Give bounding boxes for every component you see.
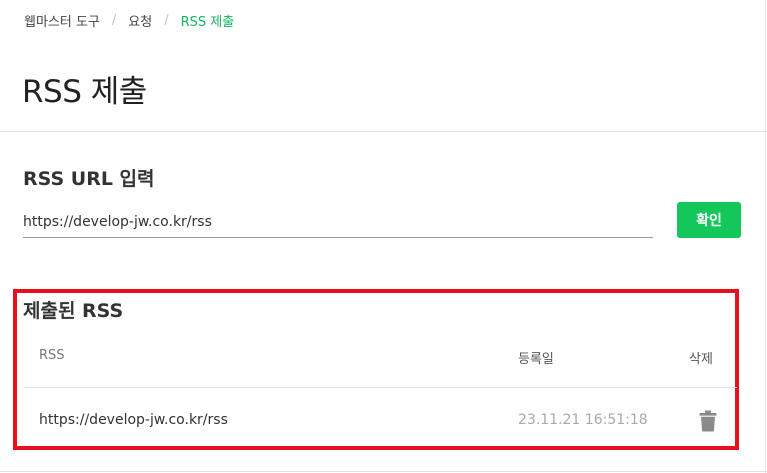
- rss-url-cell: https://develop-jw.co.kr/rss: [39, 412, 228, 428]
- submitted-rss-table-header: RSS 등록일 삭제: [0, 348, 767, 368]
- column-header-delete: 삭제: [689, 352, 713, 367]
- breadcrumb-item-rss-submit[interactable]: RSS 제출: [181, 11, 235, 30]
- confirm-button[interactable]: 확인: [677, 202, 741, 238]
- rss-url-input[interactable]: [23, 206, 653, 238]
- registered-date-cell: 23.11.21 16:51:18: [518, 412, 648, 428]
- column-header-date: 등록일: [518, 352, 554, 367]
- footer-divider: [0, 471, 767, 472]
- breadcrumb-item-webmaster-tools[interactable]: 웹마스터 도구: [24, 11, 100, 30]
- content-border: [765, 0, 766, 473]
- page: 웹마스터 도구 / 요청 / RSS 제출 RSS 제출 RSS URL 입력 …: [0, 0, 767, 473]
- page-title: RSS 제출: [22, 74, 147, 110]
- header-divider: [0, 131, 767, 132]
- table-row: https://develop-jw.co.kr/rss 23.11.21 16…: [0, 410, 767, 434]
- submitted-rss-section-title: 제출된 RSS: [23, 300, 124, 322]
- breadcrumb-separator: /: [111, 13, 117, 28]
- breadcrumb: 웹마스터 도구 / 요청 / RSS 제출: [24, 11, 234, 30]
- rss-url-section-title: RSS URL 입력: [23, 168, 155, 190]
- table-divider: [24, 387, 737, 388]
- trash-icon[interactable]: [699, 410, 717, 432]
- column-header-rss: RSS: [39, 348, 65, 363]
- breadcrumb-item-request[interactable]: 요청: [128, 11, 152, 30]
- breadcrumb-separator: /: [164, 13, 169, 28]
